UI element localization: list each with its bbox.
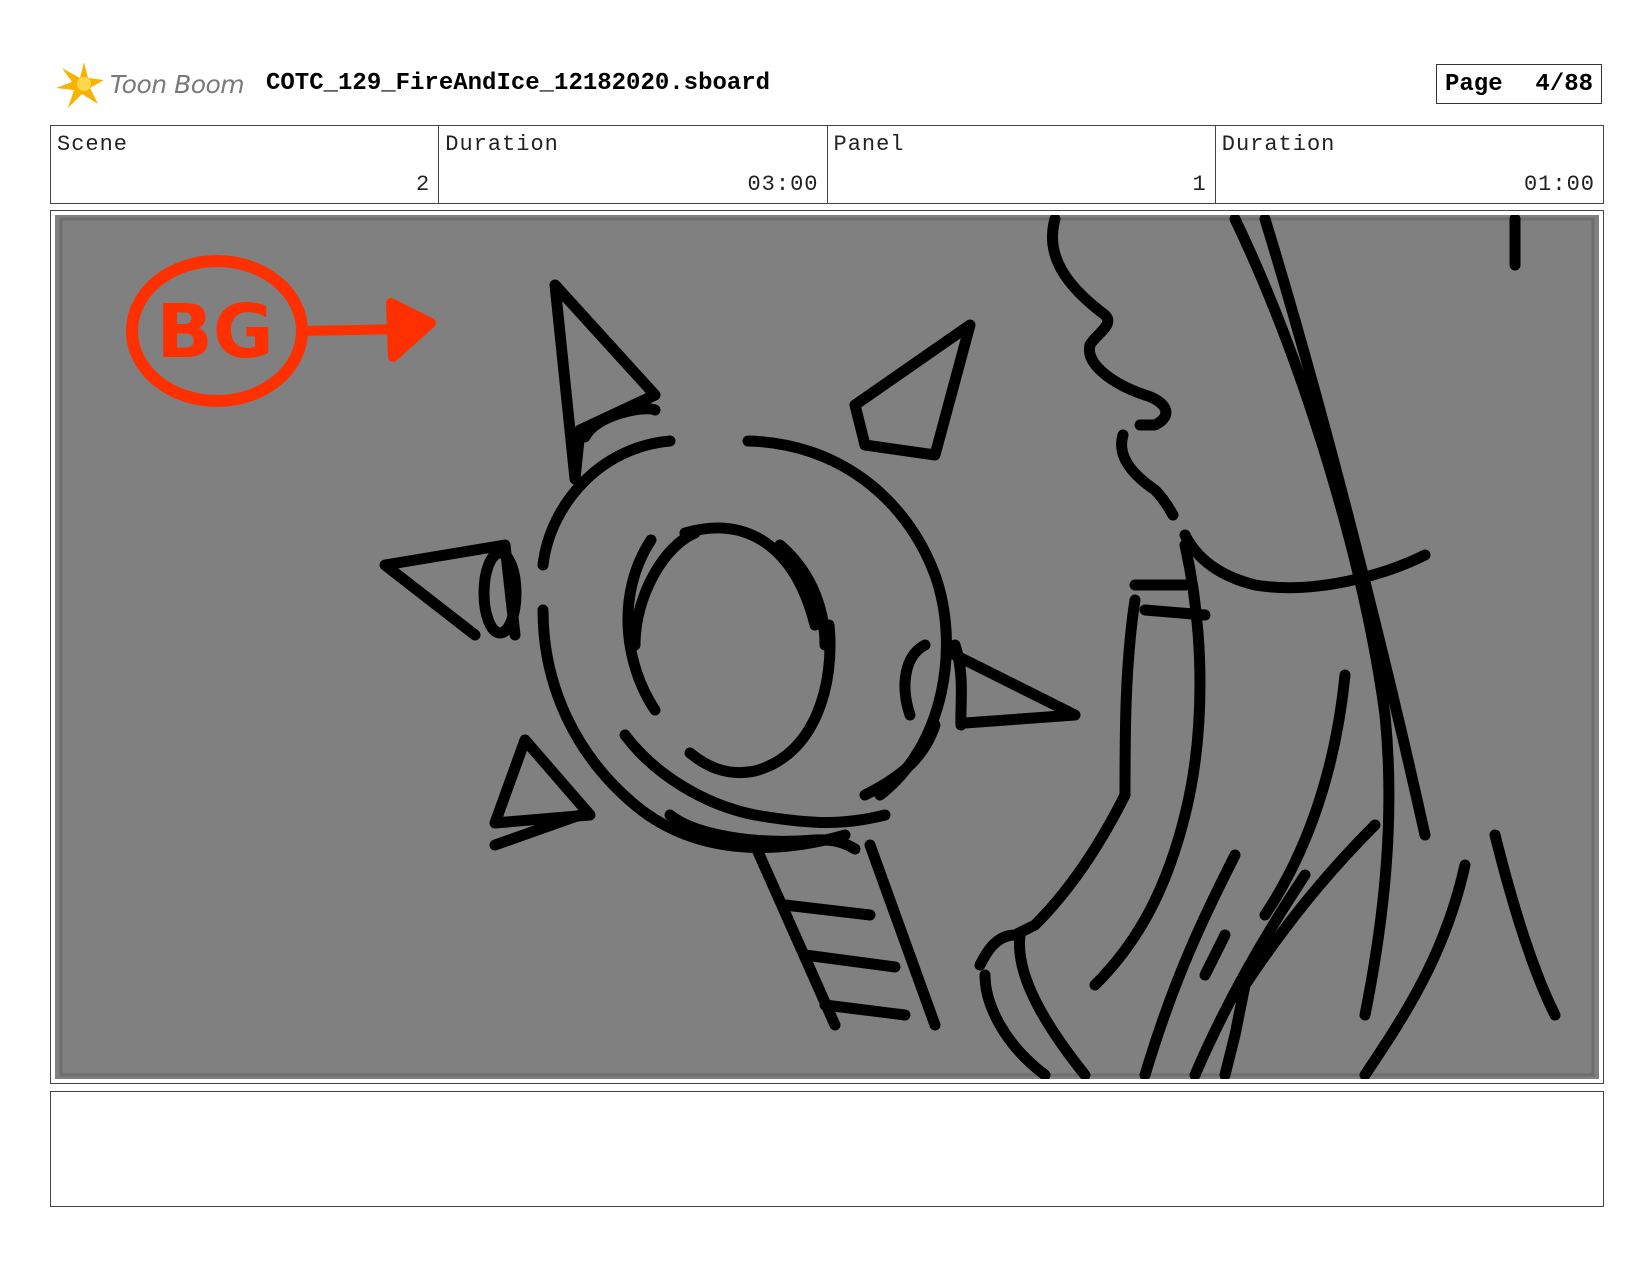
scene-label: Scene	[57, 132, 129, 157]
scene-duration-cell: Duration 03:00	[439, 126, 828, 203]
page-indicator: Page 4/88	[1436, 64, 1602, 104]
scene-value: 2	[416, 172, 431, 197]
bg-arrow-head	[386, 298, 436, 362]
notes-box	[50, 1091, 1604, 1207]
panel-duration-cell: Duration 01:00	[1216, 126, 1603, 203]
scene-duration-value: 03:00	[747, 172, 819, 197]
logo-text: Toon Boom	[110, 69, 245, 99]
panel-image: BG	[55, 215, 1599, 1079]
panel-frame: BG	[50, 210, 1604, 1084]
scene-cell: Scene 2	[51, 126, 440, 203]
bg-annotation-text: BG	[156, 289, 273, 375]
storyboard-sketch: BG	[59, 215, 1595, 1079]
panel-value: 1	[1192, 172, 1207, 197]
info-table: Scene 2 Duration 03:00 Panel 1 Duration …	[50, 125, 1604, 204]
file-name: COTC_129_FireAndIce_12182020.sboard	[266, 70, 771, 97]
mace-sketch	[379, 279, 1081, 1031]
page-header: Toon Boom COTC_129_FireAndIce_12182020.s…	[50, 58, 1602, 110]
panel-duration-value: 01:00	[1523, 172, 1595, 197]
toon-boom-logo: Toon Boom	[54, 58, 245, 110]
character-sketch	[974, 215, 1561, 1079]
page-number: 4/88	[1535, 70, 1593, 98]
panel-duration-label: Duration	[1221, 132, 1336, 157]
panel-cell: Panel 1	[828, 126, 1216, 203]
panel-label: Panel	[833, 132, 905, 157]
scene-duration-label: Duration	[445, 132, 559, 157]
page-label: Page	[1445, 70, 1503, 98]
starburst-icon	[56, 62, 104, 108]
bg-annotation: BG	[126, 255, 436, 407]
